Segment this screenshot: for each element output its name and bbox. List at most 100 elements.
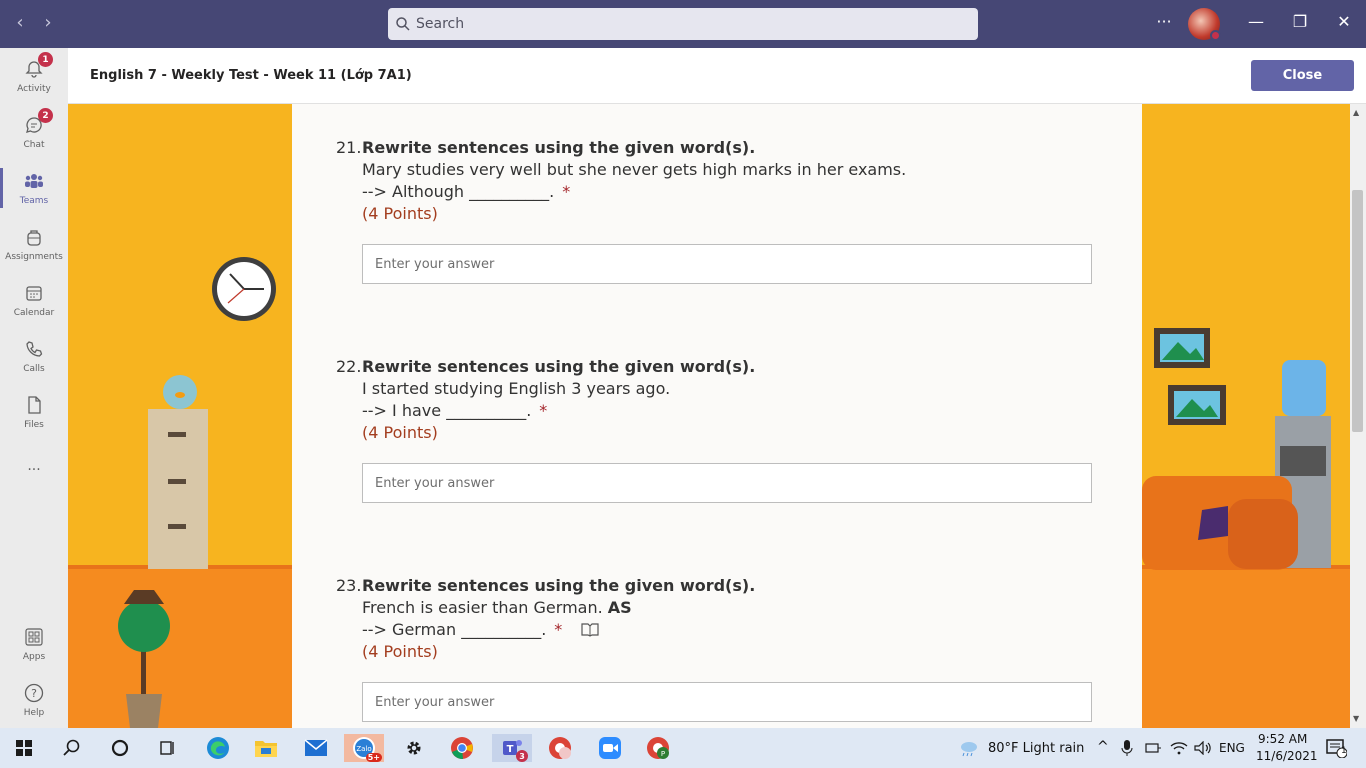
chat-icon: 2 — [23, 108, 53, 136]
weather-icon[interactable] — [948, 734, 988, 762]
question-points: (4 Points) — [362, 642, 438, 661]
taskbar: Zalo 5+ T 3 P 80°F Light rain ^ ENG 9:52… — [0, 728, 1366, 768]
search-icon — [396, 17, 410, 31]
chrome-icon[interactable] — [442, 734, 482, 762]
cortana-icon[interactable] — [100, 734, 140, 762]
rail-item-calendar[interactable]: Calendar — [0, 272, 68, 328]
rail-item-more[interactable]: ... — [0, 448, 68, 504]
answer-input[interactable]: Enter your answer — [362, 244, 1092, 284]
chrome-profile-p-icon[interactable]: P — [638, 734, 678, 762]
rail-item-files[interactable]: Files — [0, 384, 68, 440]
vertical-scrollbar[interactable]: ▲ ▼ — [1350, 104, 1366, 728]
scroll-up-icon[interactable]: ▲ — [1353, 108, 1359, 117]
chevron-up-icon[interactable]: ^ — [1097, 739, 1109, 755]
search-icon[interactable] — [52, 734, 92, 762]
volume-icon[interactable] — [1188, 734, 1218, 762]
zalo-icon[interactable]: Zalo 5+ — [344, 734, 384, 762]
more-apps-icon: ... — [27, 458, 41, 474]
zoom-icon[interactable] — [590, 734, 630, 762]
windows-start-icon[interactable] — [4, 734, 44, 762]
question-sentence: I started studying English 3 years ago. — [362, 379, 671, 398]
teams-icon — [23, 170, 45, 192]
rail-item-activity[interactable]: 1 Activity — [0, 48, 68, 104]
chrome-profile-icon[interactable] — [540, 734, 580, 762]
rail-item-label: Calls — [23, 364, 45, 374]
rail-item-label: Help — [23, 708, 45, 718]
minimize-button[interactable]: — — [1244, 12, 1268, 31]
back-arrow-icon[interactable]: ‹ — [10, 12, 30, 33]
teams-app-icon[interactable]: T 3 — [492, 734, 532, 762]
answer-input[interactable]: Enter your answer — [362, 682, 1092, 722]
svg-text:T: T — [507, 744, 514, 755]
notification-count: 1 — [1341, 746, 1347, 756]
immersive-reader-icon[interactable] — [581, 623, 599, 637]
form-panel: 21. Rewrite sentences using the given wo… — [292, 104, 1142, 728]
svg-text:P: P — [661, 750, 665, 758]
close-window-button[interactable]: ✕ — [1332, 12, 1356, 31]
required-marker: * — [562, 182, 571, 201]
rail-item-label: Assignments — [5, 252, 63, 262]
question-prompt-row: --> German __________. * — [362, 620, 599, 639]
bell-icon: 1 — [23, 52, 53, 80]
file-icon — [23, 394, 45, 416]
question-sentence: Mary studies very well but she never get… — [362, 160, 907, 179]
maximize-button[interactable]: ❐ — [1288, 12, 1312, 31]
svg-text:?: ? — [31, 687, 37, 700]
phone-icon — [23, 338, 45, 360]
close-button[interactable]: Close — [1251, 60, 1354, 91]
calendar-icon — [23, 282, 45, 304]
rail-item-label: Activity — [17, 84, 51, 94]
apps-icon — [23, 626, 45, 648]
required-marker: * — [554, 620, 563, 639]
file-explorer-icon[interactable] — [246, 734, 286, 762]
question-number: 21. — [336, 138, 362, 157]
settings-gear-icon[interactable] — [394, 734, 434, 762]
question-sentence-row: French is easier than German. AS — [362, 598, 632, 617]
rail-item-label: Calendar — [13, 308, 55, 318]
mail-icon[interactable] — [296, 734, 336, 762]
question-title: Rewrite sentences using the given word(s… — [362, 357, 756, 376]
help-icon: ? — [23, 682, 45, 704]
rail-item-label: Files — [24, 420, 44, 430]
forward-arrow-icon[interactable]: › — [38, 12, 58, 33]
rail-item-chat[interactable]: 2 Chat — [0, 104, 68, 160]
zalo-badge: 5+ — [365, 753, 382, 762]
rail-item-assignments[interactable]: Assignments — [0, 216, 68, 272]
search-input[interactable]: Search — [388, 8, 978, 40]
question-sentence: French is easier than German. — [362, 598, 603, 617]
rail-item-teams[interactable]: Teams — [0, 160, 68, 216]
rail-item-label: Teams — [19, 196, 49, 206]
notification-center-icon[interactable]: 1 — [1316, 734, 1356, 762]
question-title: Rewrite sentences using the given word(s… — [362, 138, 756, 157]
question-prompt: --> I have __________. — [362, 401, 532, 420]
clock-date[interactable]: 11/6/2021 — [1256, 749, 1318, 763]
edge-icon[interactable] — [198, 734, 238, 762]
rail-item-label: Chat — [23, 140, 45, 150]
question-prompt-row: --> Although __________. * — [362, 182, 570, 201]
plant-icon — [118, 590, 170, 728]
presence-status-icon — [1210, 30, 1221, 41]
app-bar: 1 Activity 2 Chat Teams Assignments Cale… — [0, 48, 68, 728]
weather-text[interactable]: 80°F Light rain — [988, 741, 1084, 756]
chat-badge: 2 — [38, 108, 53, 123]
question-number: 23. — [336, 576, 362, 595]
rail-item-help[interactable]: ? Help — [0, 672, 68, 728]
question-keyword: AS — [607, 598, 632, 617]
scrollbar-thumb[interactable] — [1352, 190, 1363, 432]
question-title: Rewrite sentences using the given word(s… — [362, 576, 756, 595]
more-options-icon[interactable]: ··· — [1152, 12, 1176, 31]
language-indicator[interactable]: ENG — [1219, 741, 1245, 755]
tab-header: English 7 - Weekly Test - Week 11 (Lớp 7… — [68, 48, 1366, 104]
rail-item-calls[interactable]: Calls — [0, 328, 68, 384]
required-marker: * — [539, 401, 548, 420]
scroll-down-icon[interactable]: ▼ — [1353, 714, 1359, 723]
activity-badge: 1 — [38, 52, 53, 67]
question-points: (4 Points) — [362, 423, 438, 442]
search-placeholder: Search — [416, 16, 465, 32]
rail-item-apps[interactable]: Apps — [0, 616, 68, 672]
clock-time[interactable]: 9:52 AM — [1258, 732, 1307, 746]
rail-item-label: Apps — [22, 652, 46, 662]
answer-input[interactable]: Enter your answer — [362, 463, 1092, 503]
task-view-icon[interactable] — [148, 734, 188, 762]
picture-frames-icon — [1154, 328, 1226, 425]
